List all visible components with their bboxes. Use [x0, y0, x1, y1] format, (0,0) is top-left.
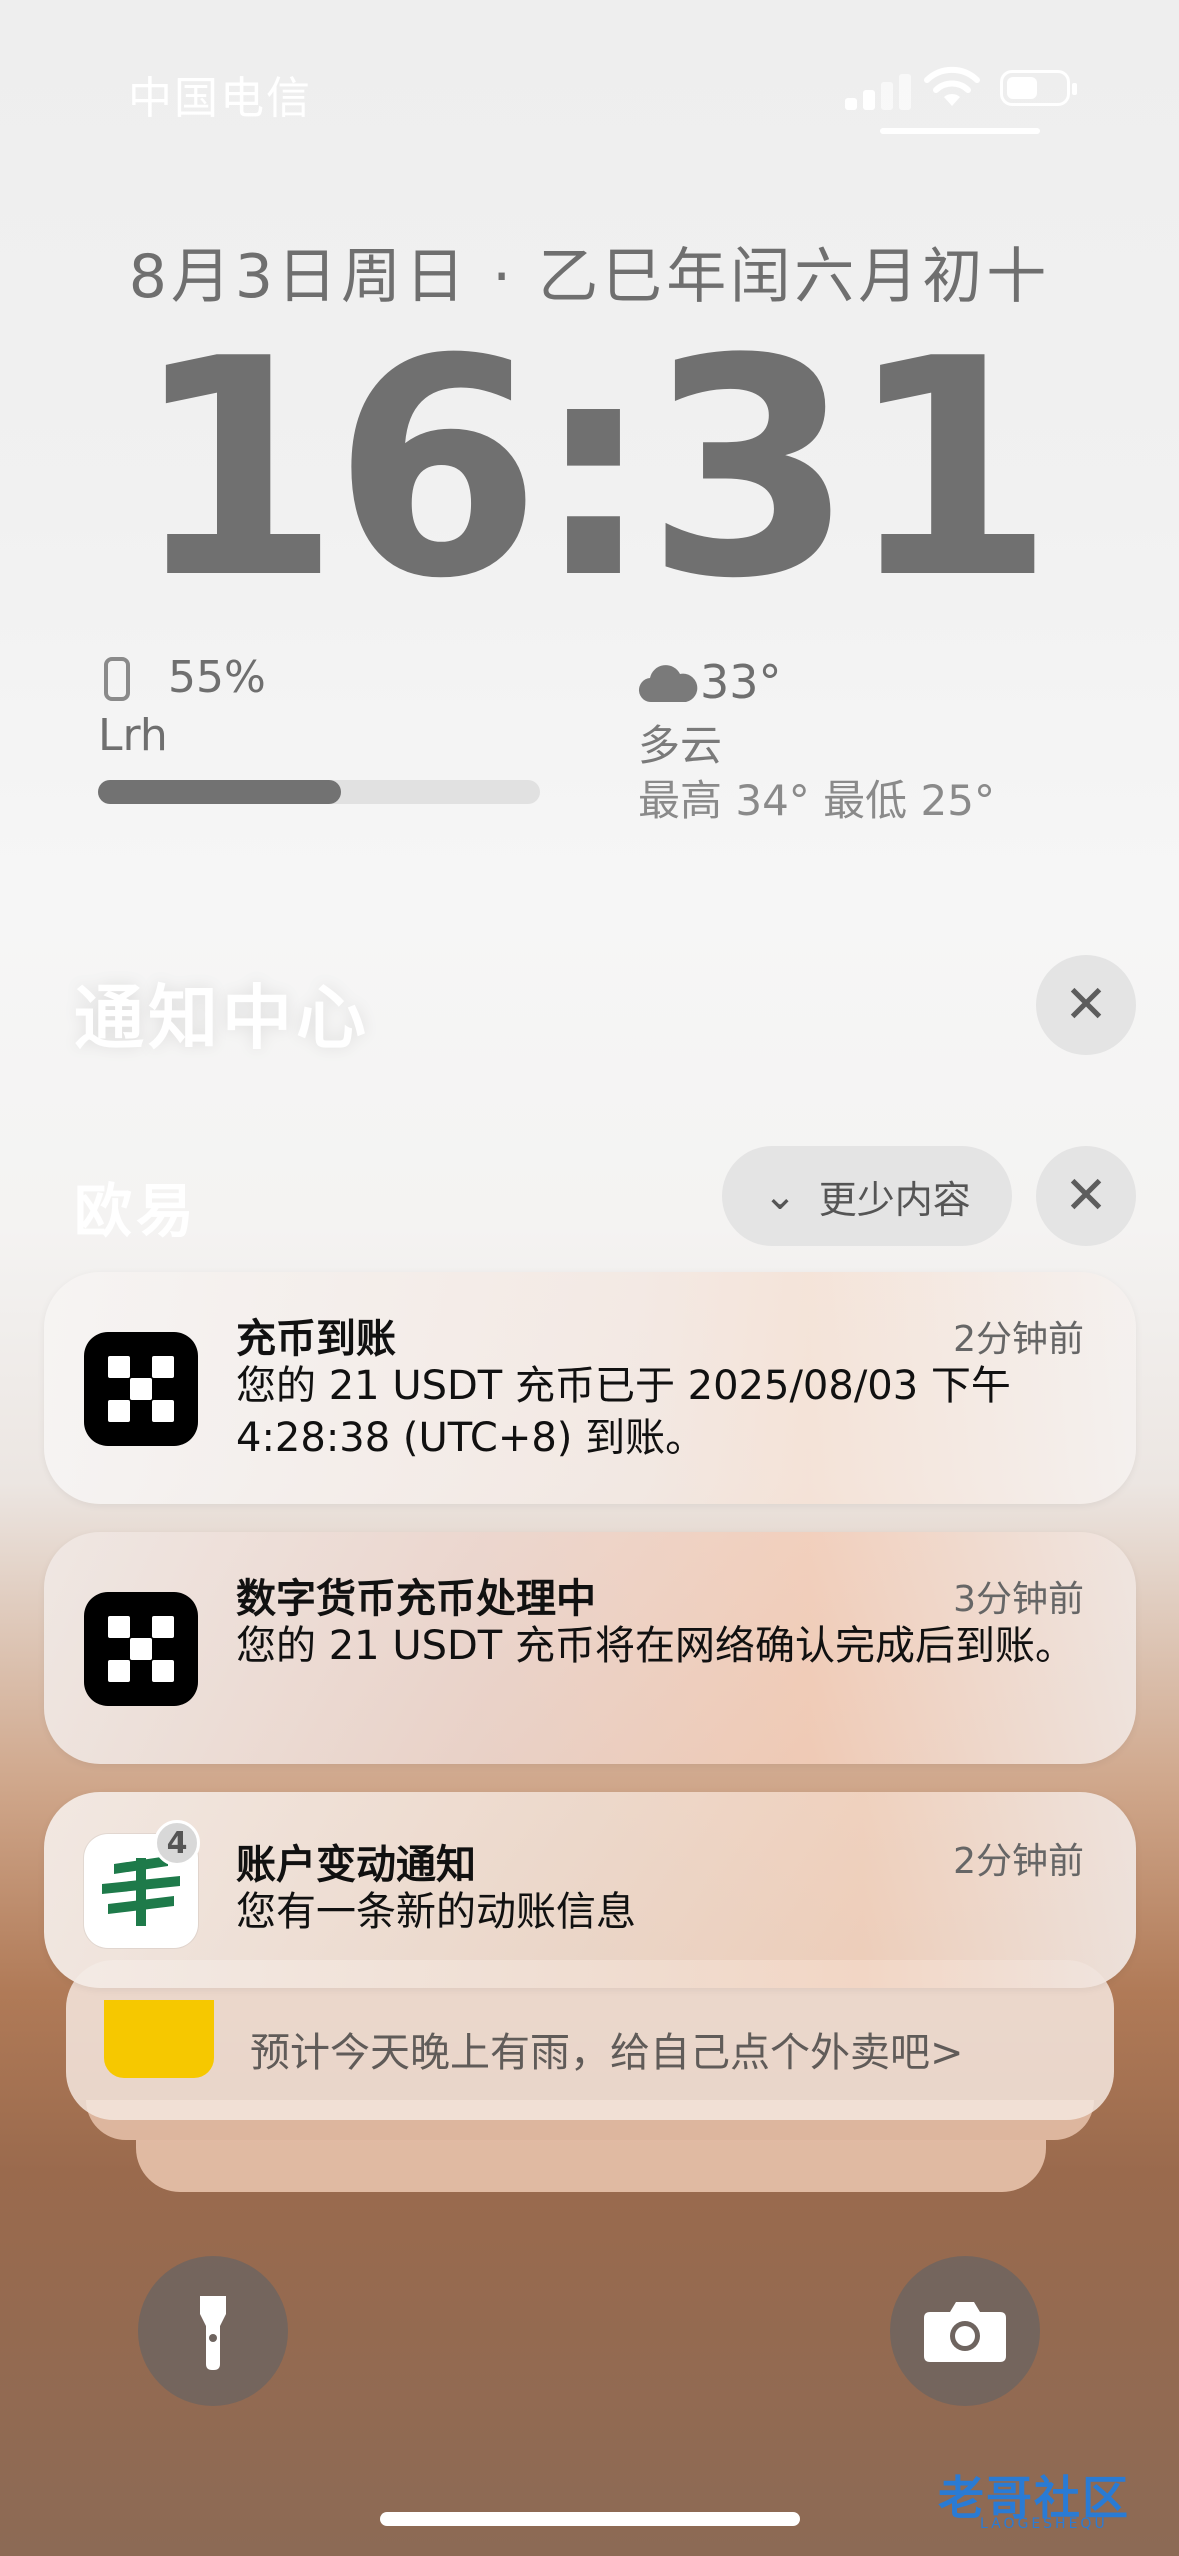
notification-title: 账户变动通知 — [236, 1842, 476, 1888]
battery-device-name: Lrh — [98, 710, 168, 761]
clear-all-button[interactable]: ✕ — [1036, 955, 1136, 1055]
notification-card[interactable]: 4 账户变动通知 2分钟前 您有一条新的动账信息 — [44, 1792, 1136, 1988]
meituan-icon — [104, 2000, 214, 2078]
chevron-down-icon: ⌄ — [763, 1173, 797, 1219]
wifi-icon — [924, 66, 980, 106]
notification-body: 您有一条新的动账信息 — [236, 1889, 636, 1935]
watermark-subtext: LAOGESHEQU — [980, 2516, 1108, 2532]
carrier-label: 中国电信 — [128, 73, 312, 124]
notification-group-name: 欧易 — [74, 1177, 199, 1245]
flashlight-icon — [200, 2296, 226, 2370]
notification-time: 2分钟前 — [953, 1319, 1084, 1360]
status-underline — [880, 128, 1040, 134]
close-icon: ✕ — [1064, 975, 1108, 1035]
notification-card[interactable]: 充币到账 2分钟前 您的 21 USDT 充币已于 2025/08/03 下午 … — [44, 1272, 1136, 1504]
close-icon: ✕ — [1064, 1166, 1108, 1226]
battery-bar — [98, 780, 540, 804]
cloud-icon — [638, 665, 698, 703]
weather-condition: 多云 — [638, 721, 723, 770]
notification-count-badge: 4 — [154, 1820, 200, 1866]
flashlight-button[interactable] — [138, 2256, 288, 2406]
camera-button[interactable] — [890, 2256, 1040, 2406]
notification-time: 2分钟前 — [953, 1841, 1084, 1882]
okx-icon — [84, 1592, 198, 1706]
notification-time: 3分钟前 — [953, 1579, 1084, 1620]
notification-center-title: 通知中心 — [74, 977, 370, 1059]
notification-title: 数字货币充币处理中 — [236, 1576, 596, 1622]
weather-range: 最高 34° 最低 25° — [638, 776, 995, 825]
clear-group-button[interactable]: ✕ — [1036, 1146, 1136, 1246]
phone-icon — [104, 657, 130, 701]
camera-icon — [924, 2302, 1006, 2362]
show-less-button[interactable]: ⌄ 更少内容 — [722, 1146, 1012, 1246]
notification-title: 充币到账 — [236, 1316, 396, 1362]
show-less-label: 更少内容 — [818, 1177, 971, 1222]
battery-bar-fill — [98, 780, 342, 804]
notification-body: 您的 21 USDT 充币已于 2025/08/03 下午 4:28:38 (U… — [236, 1363, 1011, 1461]
stacked-notification-edge — [136, 2140, 1046, 2192]
battery-icon — [1000, 70, 1077, 106]
home-indicator[interactable] — [380, 2512, 800, 2526]
notification-body: 您的 21 USDT 充币将在网络确认完成后到账。 — [236, 1623, 1075, 1669]
okx-icon — [84, 1332, 198, 1446]
lockscreen-time: 16:31 — [132, 295, 1055, 644]
weather-temp: 33° — [700, 655, 782, 709]
battery-percent: 55% — [168, 652, 266, 703]
cellular-signal-icon — [845, 72, 915, 110]
notification-card[interactable]: 数字货币充币处理中 3分钟前 您的 21 USDT 充币将在网络确认完成后到账。 — [44, 1532, 1136, 1764]
stacked-notification-text: 预计今天晚上有雨，给自己点个外卖吧> — [250, 2030, 964, 2076]
